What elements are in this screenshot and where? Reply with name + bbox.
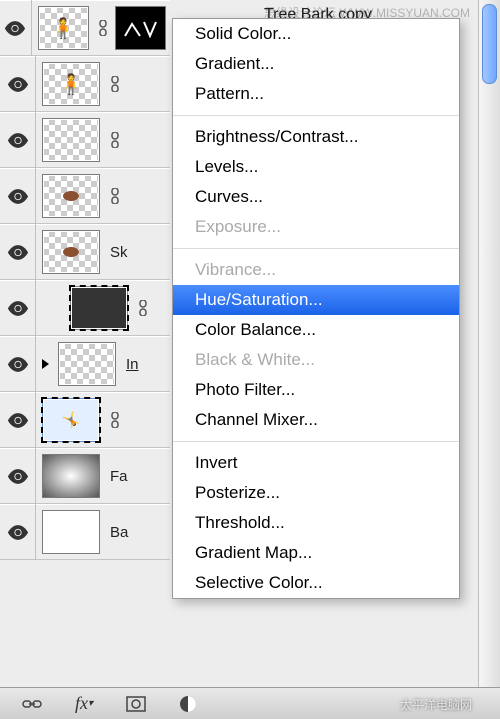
layer-label[interactable]: Sk bbox=[106, 244, 170, 261]
visibility-toggle[interactable] bbox=[0, 112, 36, 168]
layer-row-selected[interactable]: 🤸 bbox=[0, 392, 170, 448]
visibility-toggle[interactable] bbox=[0, 336, 36, 392]
menu-item-vibrance: Vibrance... bbox=[173, 255, 459, 285]
eye-icon bbox=[7, 245, 29, 260]
layers-panel: 🧍 🧍 bbox=[0, 0, 500, 719]
thumb-content bbox=[63, 247, 79, 257]
layer-row[interactable] bbox=[0, 280, 170, 336]
visibility-toggle[interactable] bbox=[0, 224, 36, 280]
layer-thumbnail[interactable] bbox=[42, 454, 100, 498]
watermark-top: 思缘设计论坛 WWW.MISSYUAN.COM bbox=[264, 4, 470, 21]
visibility-toggle[interactable] bbox=[0, 0, 32, 56]
menu-item-invert[interactable]: Invert bbox=[173, 448, 459, 478]
menu-separator bbox=[173, 115, 459, 116]
adjustment-layer-thumbnail[interactable] bbox=[70, 286, 128, 330]
layer-thumbnail[interactable] bbox=[42, 174, 100, 218]
eye-icon bbox=[7, 301, 29, 316]
layer-thumbnail[interactable] bbox=[42, 510, 100, 554]
layer-thumbnail[interactable] bbox=[42, 230, 100, 274]
menu-separator bbox=[173, 248, 459, 249]
layers-list: 🧍 🧍 bbox=[0, 0, 170, 560]
eye-icon bbox=[7, 189, 29, 204]
link-icon[interactable] bbox=[106, 132, 124, 148]
menu-item-curves[interactable]: Curves... bbox=[173, 182, 459, 212]
layer-mask[interactable] bbox=[115, 6, 166, 50]
menu-item-black-white: Black & White... bbox=[173, 345, 459, 375]
eye-icon bbox=[7, 133, 29, 148]
expand-toggle[interactable] bbox=[38, 357, 52, 371]
visibility-toggle[interactable] bbox=[0, 504, 36, 560]
menu-item-threshold[interactable]: Threshold... bbox=[173, 508, 459, 538]
vertical-scrollbar[interactable] bbox=[478, 0, 500, 688]
layer-label[interactable]: Fa bbox=[106, 468, 170, 485]
layer-row[interactable]: 🧍 bbox=[0, 56, 170, 112]
eye-icon bbox=[7, 77, 29, 92]
menu-item-exposure: Exposure... bbox=[173, 212, 459, 242]
layer-row[interactable]: 🧍 bbox=[0, 0, 170, 56]
eye-icon bbox=[7, 469, 29, 484]
new-adjustment-layer-button[interactable] bbox=[176, 692, 200, 716]
thumb-content bbox=[43, 455, 99, 497]
thumb-content: 🤸 bbox=[57, 407, 85, 433]
menu-item-brightness-contrast[interactable]: Brightness/Contrast... bbox=[173, 122, 459, 152]
layer-thumbnail[interactable]: 🧍 bbox=[38, 6, 89, 50]
menu-item-pattern[interactable]: Pattern... bbox=[173, 79, 459, 109]
menu-item-hue-saturation[interactable]: Hue/Saturation... bbox=[173, 285, 459, 315]
menu-item-photo-filter[interactable]: Photo Filter... bbox=[173, 375, 459, 405]
layer-label[interactable]: In bbox=[122, 356, 170, 373]
layer-row[interactable]: Fa bbox=[0, 448, 170, 504]
layer-row[interactable]: Ba bbox=[0, 504, 170, 560]
visibility-toggle[interactable] bbox=[0, 280, 36, 336]
add-mask-button[interactable] bbox=[124, 692, 148, 716]
link-icon[interactable] bbox=[95, 20, 111, 36]
visibility-toggle[interactable] bbox=[0, 448, 36, 504]
scrollbar-thumb[interactable] bbox=[482, 4, 497, 84]
menu-item-selective-color[interactable]: Selective Color... bbox=[173, 568, 459, 598]
menu-item-gradient[interactable]: Gradient... bbox=[173, 49, 459, 79]
layer-row[interactable] bbox=[0, 112, 170, 168]
eye-icon bbox=[7, 413, 29, 428]
thumb-content bbox=[63, 191, 79, 201]
menu-item-color-balance[interactable]: Color Balance... bbox=[173, 315, 459, 345]
layer-label[interactable]: Ba bbox=[106, 524, 170, 541]
layer-row[interactable] bbox=[0, 168, 170, 224]
adjustment-layer-menu: Solid Color... Gradient... Pattern... Br… bbox=[172, 18, 460, 599]
menu-separator bbox=[173, 441, 459, 442]
visibility-toggle[interactable] bbox=[0, 56, 36, 112]
layer-thumbnail[interactable]: 🧍 bbox=[42, 62, 100, 106]
menu-item-channel-mixer[interactable]: Channel Mixer... bbox=[173, 405, 459, 435]
layer-fx-button[interactable]: fx▾ bbox=[72, 692, 96, 716]
link-icon[interactable] bbox=[134, 300, 152, 316]
watermark-bottom: 太平洋电脑网 bbox=[400, 696, 472, 713]
link-icon[interactable] bbox=[106, 76, 124, 92]
mask-icon bbox=[120, 16, 160, 40]
thumb-content: 🧍 bbox=[59, 72, 84, 97]
visibility-toggle[interactable] bbox=[0, 168, 36, 224]
menu-item-gradient-map[interactable]: Gradient Map... bbox=[173, 538, 459, 568]
link-layers-button[interactable] bbox=[20, 692, 44, 716]
eye-icon bbox=[7, 357, 29, 372]
layer-group-row[interactable]: In bbox=[0, 336, 170, 392]
triangle-right-icon bbox=[42, 359, 49, 369]
eye-icon bbox=[7, 525, 29, 540]
link-icon[interactable] bbox=[106, 412, 124, 428]
layer-thumbnail-selected[interactable]: 🤸 bbox=[42, 398, 100, 442]
layer-thumbnail[interactable] bbox=[42, 118, 100, 162]
link-icon[interactable] bbox=[106, 188, 124, 204]
menu-item-posterize[interactable]: Posterize... bbox=[173, 478, 459, 508]
visibility-toggle[interactable] bbox=[0, 392, 36, 448]
menu-item-solid-color[interactable]: Solid Color... bbox=[173, 19, 459, 49]
layer-row[interactable]: Sk bbox=[0, 224, 170, 280]
menu-item-levels[interactable]: Levels... bbox=[173, 152, 459, 182]
layer-thumbnail[interactable] bbox=[58, 342, 116, 386]
eye-icon bbox=[4, 21, 26, 36]
thumb-content: 🧍 bbox=[51, 16, 76, 41]
